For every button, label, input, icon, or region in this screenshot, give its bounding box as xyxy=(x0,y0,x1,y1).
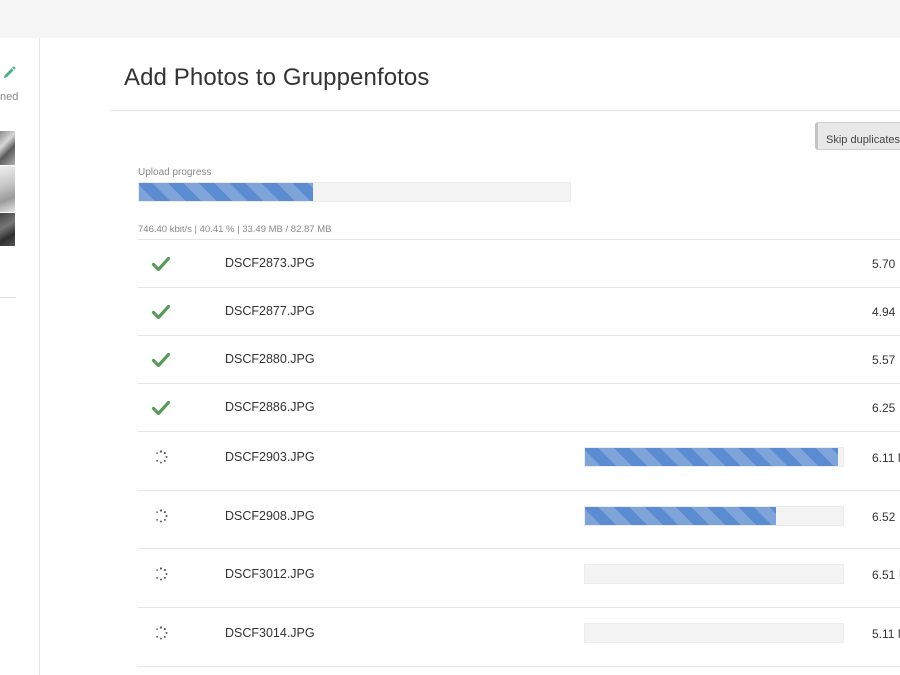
file-row: DSCF2873.JPG 5.70 xyxy=(138,239,900,287)
file-size: 5.70 xyxy=(872,257,896,271)
file-row: DSCF2880.JPG 5.57 xyxy=(138,335,900,383)
file-name: DSCF2908.JPG xyxy=(225,508,315,523)
page-title: Add Photos to Gruppenfotos xyxy=(124,64,430,91)
file-row: DSCF2877.JPG 4.94 xyxy=(138,287,900,335)
file-row: DSCF3012.JPG 6.51 I xyxy=(138,548,900,607)
file-name: DSCF3014.JPG xyxy=(225,626,315,641)
file-size: 5.57 xyxy=(872,353,896,367)
file-row: DSCF2908.JPG 6.52 xyxy=(138,489,900,549)
file-list: DSCF2873.JPG 5.70 DSCF2877.JPG 4.94 DSCF2880… xyxy=(138,239,900,667)
album-sidebar: ned xyxy=(0,38,40,675)
file-row: DSCF3014.JPG 5.11 M xyxy=(138,607,900,666)
check-icon xyxy=(151,350,171,370)
file-progress-bar xyxy=(584,447,844,467)
file-progress-fill xyxy=(585,506,776,525)
sidebar-truncated-label: ned xyxy=(0,91,19,103)
file-row: DSCF2903.JPG 6.11 M xyxy=(138,431,900,490)
file-name: DSCF2903.JPG xyxy=(225,450,315,464)
skip-duplicates-button[interactable]: Skip duplicates xyxy=(815,122,900,150)
file-size: 5.11 M xyxy=(872,627,900,642)
file-size: 6.11 M xyxy=(872,451,900,465)
file-progress-bar xyxy=(584,564,844,585)
check-icon xyxy=(151,302,171,322)
file-name: DSCF2873.JPG xyxy=(225,256,315,270)
divider xyxy=(138,665,900,667)
file-name: DSCF3012.JPG xyxy=(225,567,315,582)
photo-thumbnail[interactable] xyxy=(0,166,15,212)
upload-progress-bar xyxy=(138,182,571,202)
spinner-icon xyxy=(151,447,171,467)
check-icon xyxy=(151,254,171,274)
file-size: 6.25 xyxy=(872,401,896,415)
spinner-icon xyxy=(151,506,171,526)
divider xyxy=(0,297,16,298)
file-progress-bar xyxy=(584,505,844,526)
file-name: DSCF2880.JPG xyxy=(225,352,315,366)
upload-progress-fill xyxy=(139,183,314,201)
upload-progress-label: Upload progress xyxy=(138,167,212,178)
spinner-icon xyxy=(151,564,171,584)
file-row: DSCF2886.JPG 6.25 xyxy=(138,383,900,431)
file-name: DSCF2886.JPG xyxy=(225,400,315,414)
file-progress-bar xyxy=(584,623,844,644)
file-size: 6.52 xyxy=(872,509,896,524)
divider xyxy=(110,110,900,111)
top-bar xyxy=(0,0,900,38)
pencil-icon[interactable] xyxy=(1,65,17,81)
spinner-icon xyxy=(151,623,171,643)
photo-thumbnail[interactable] xyxy=(0,213,15,246)
file-size: 4.94 xyxy=(872,305,896,319)
file-progress-fill xyxy=(585,448,838,466)
upload-stats: 746.40 kbit/s | 40.41 % | 33.49 MB / 82.… xyxy=(138,224,332,235)
file-size: 6.51 I xyxy=(872,568,900,583)
check-icon xyxy=(151,398,171,418)
file-name: DSCF2877.JPG xyxy=(225,304,315,318)
photo-thumbnail[interactable] xyxy=(0,131,15,165)
